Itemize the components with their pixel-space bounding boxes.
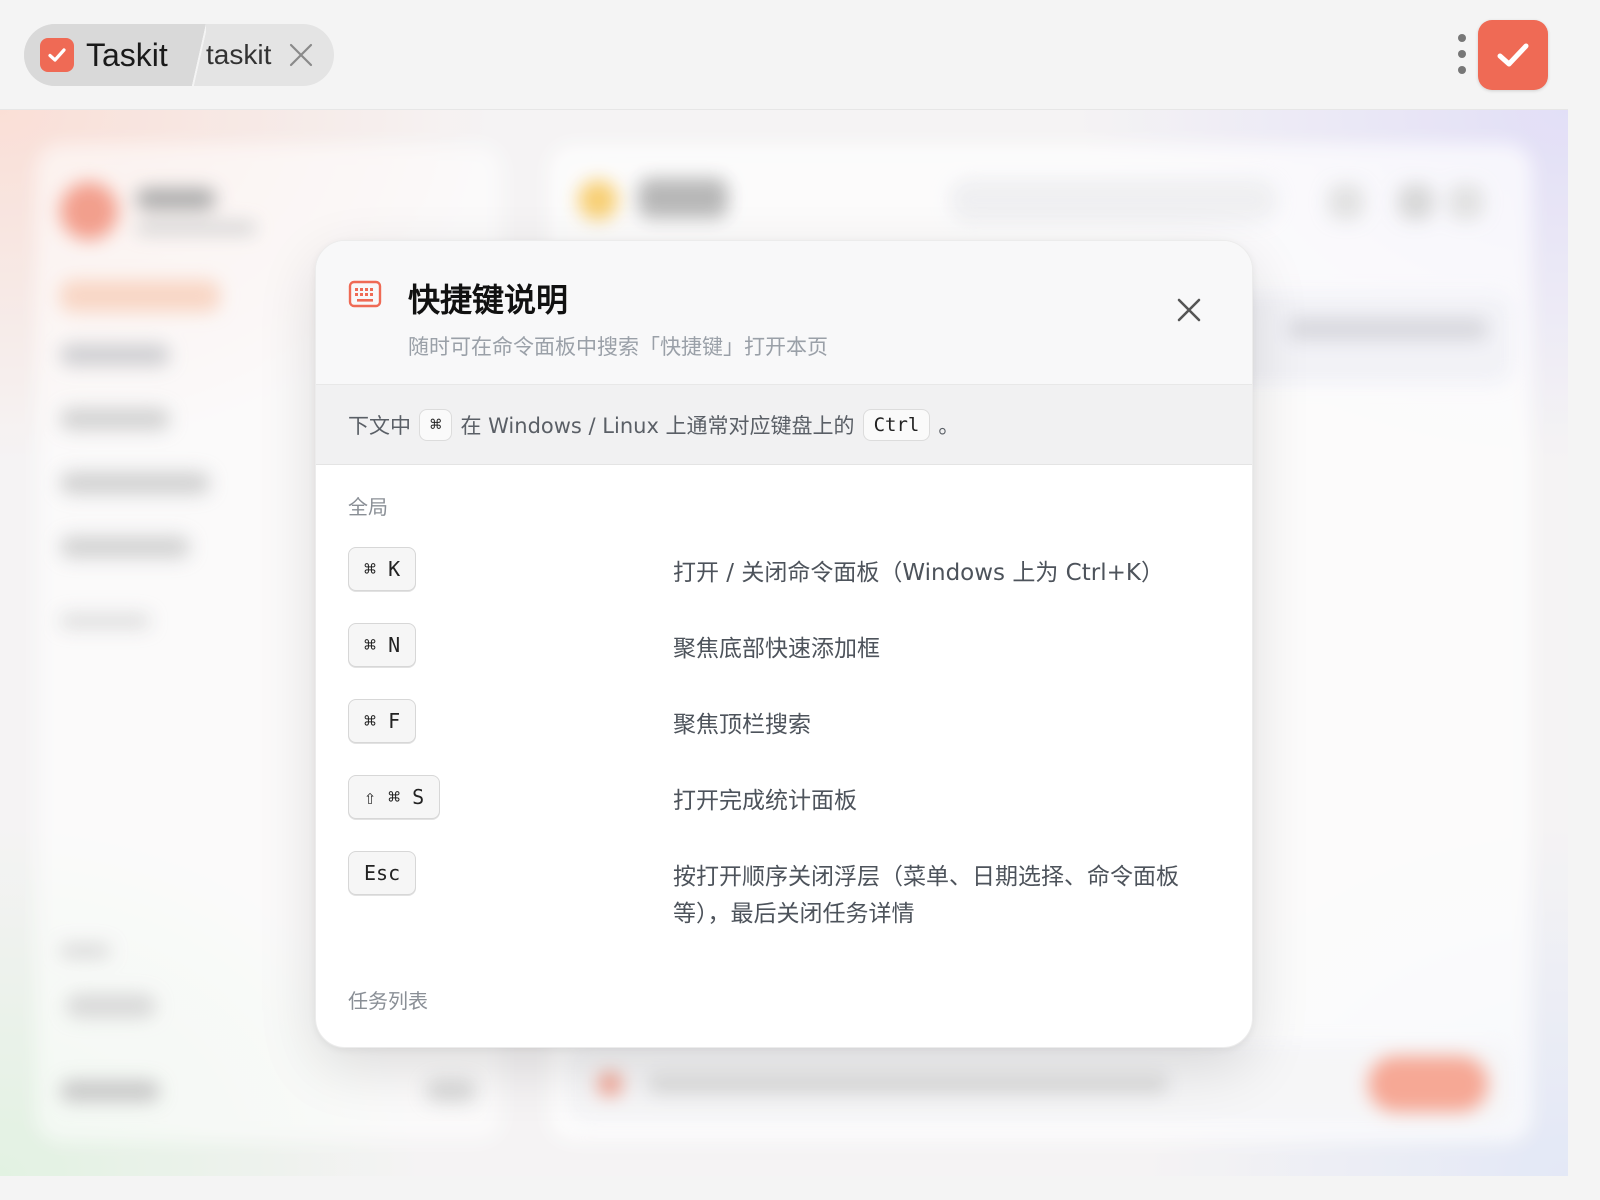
tab-group: Taskit taskit [24, 24, 334, 86]
keycap: ⌘ K [348, 547, 417, 591]
note-prefix: 下文中 [348, 413, 411, 438]
section-title-task-list: 任务列表 [348, 989, 428, 1013]
check-icon [40, 38, 74, 72]
more-vertical-icon[interactable] [1450, 30, 1474, 78]
platform-note: 下文中 ⌘ 在 Windows / Linux 上通常对应键盘上的 Ctrl 。 [316, 385, 1252, 465]
tab-title: Taskit [86, 36, 168, 73]
tab-divider [192, 24, 206, 86]
keycap: ⇧ ⌘ S [348, 775, 441, 819]
tab-taskit[interactable]: taskit [206, 24, 315, 86]
keycap: ⌘ F [348, 699, 417, 743]
keyboard-icon [348, 279, 382, 313]
app-check-button[interactable] [1478, 20, 1548, 90]
close-icon[interactable] [287, 41, 315, 69]
shortcut-list[interactable]: 全局 ⌘ K 打开 / 关闭命令面板（Windows 上为 Ctrl+K） ⌘ … [316, 465, 1252, 1047]
cmd-key-inline: ⌘ [419, 408, 453, 441]
shortcut-row: ⇧ ⌘ S 打开完成统计面板 [348, 775, 1228, 823]
modal-header: 快捷键说明 随时可在命令面板中搜索「快捷键」打开本页 [316, 241, 1252, 385]
shortcut-row: ⌘ F 聚焦顶栏搜索 [348, 699, 1228, 747]
shortcut-description: 打开完成统计面板 [673, 788, 857, 814]
shortcut-description: 聚焦顶栏搜索 [673, 712, 811, 738]
ctrl-key-inline: Ctrl [862, 408, 931, 441]
section-title-global: 全局 [348, 495, 388, 519]
shortcut-description: 聚焦底部快速添加框 [673, 636, 880, 662]
shortcut-description: 打开 / 关闭命令面板（Windows 上为 Ctrl+K） [673, 560, 1164, 586]
modal-subtitle: 随时可在命令面板中搜索「快捷键」打开本页 [408, 335, 828, 359]
shortcut-row: ⌘ K 打开 / 关闭命令面板（Windows 上为 Ctrl+K） [348, 547, 1228, 595]
tab-label: taskit [206, 39, 272, 70]
check-icon [1497, 43, 1529, 67]
shortcut-description: 按打开顺序关闭浮层（菜单、日期选择、命令面板等），最后关闭任务详情 [673, 864, 1179, 927]
shortcut-row: ⌘ N 聚焦底部快速添加框 [348, 623, 1228, 671]
keycap: ⌘ N [348, 623, 417, 667]
close-icon[interactable] [1168, 289, 1210, 331]
note-middle: 在 Windows / Linux 上通常对应键盘上的 [460, 413, 855, 438]
shortcuts-modal: 快捷键说明 随时可在命令面板中搜索「快捷键」打开本页 下文中 ⌘ 在 Windo… [315, 240, 1253, 1048]
tab-taskit-app[interactable]: Taskit [24, 24, 196, 86]
modal-title: 快捷键说明 [408, 281, 569, 319]
shortcut-row: Esc 按打开顺序关闭浮层（菜单、日期选择、命令面板等），最后关闭任务详情 [348, 851, 1228, 941]
note-suffix: 。 [938, 413, 960, 438]
keycap: Esc [348, 851, 417, 895]
window-titlebar: Taskit taskit [0, 0, 1568, 110]
